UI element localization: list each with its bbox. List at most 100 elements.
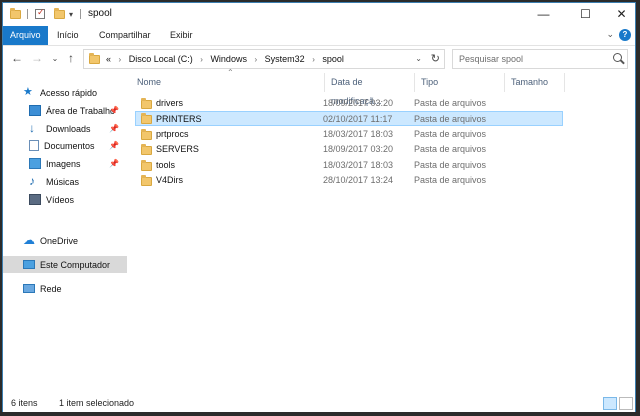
- folder-icon: [89, 53, 100, 64]
- folder-icon: [141, 129, 152, 140]
- recent-locations-button[interactable]: ⌄: [47, 51, 63, 67]
- pin-icon[interactable]: 📌: [109, 141, 119, 150]
- pin-icon[interactable]: 📌: [109, 124, 119, 133]
- selection-count: 1 item selecionado: [59, 398, 135, 408]
- folder-icon: [141, 160, 152, 171]
- nav-item-label: Downloads: [46, 123, 91, 134]
- chevron-right-icon[interactable]: ›: [200, 55, 203, 64]
- nav-item-onedrive[interactable]: ☁ OneDrive: [3, 232, 127, 249]
- chevron-down-icon[interactable]: ⌄: [606, 29, 614, 40]
- videos-icon: [29, 194, 41, 205]
- customize-toolbar-icon[interactable]: ▾: [69, 10, 73, 19]
- nav-item-acesso-rapido[interactable]: ★ Acesso rápido: [3, 84, 127, 101]
- nav-item-musicas[interactable]: ♪ Músicas: [3, 173, 127, 190]
- help-icon[interactable]: ?: [619, 29, 631, 41]
- back-button[interactable]: ←: [9, 51, 25, 67]
- breadcrumb-item-system32[interactable]: System32: [265, 54, 305, 64]
- file-name: tools: [156, 160, 176, 170]
- properties-icon[interactable]: [35, 7, 45, 19]
- nav-item-imagens[interactable]: Imagens 📌: [3, 155, 127, 172]
- forward-button[interactable]: →: [29, 51, 45, 67]
- computer-icon: [23, 260, 35, 269]
- pin-icon[interactable]: 📌: [109, 159, 119, 168]
- up-button[interactable]: ↑: [63, 51, 79, 67]
- nav-item-videos[interactable]: Vídeos: [3, 191, 127, 208]
- download-icon: ↓: [29, 121, 35, 135]
- column-header-tipo[interactable]: Tipo: [415, 73, 505, 92]
- address-history-icon[interactable]: ⌄: [415, 50, 422, 68]
- nav-item-rede[interactable]: Rede: [3, 280, 127, 297]
- details-view-icon[interactable]: [603, 397, 617, 410]
- file-row-tools[interactable]: tools 18/03/2017 18:03 Pasta de arquivos: [135, 158, 563, 173]
- address-row: ← → ⌄ ↑ « › Disco Local (C:) › Windows ›…: [3, 45, 635, 71]
- file-row-servers[interactable]: SERVERS 18/09/2017 03:20 Pasta de arquiv…: [135, 142, 563, 157]
- refresh-icon[interactable]: ↻: [431, 50, 440, 68]
- chevron-right-icon[interactable]: ›: [312, 55, 315, 64]
- new-folder-icon[interactable]: [54, 7, 65, 19]
- column-header-nome[interactable]: Nome: [131, 73, 325, 92]
- tab-arquivo[interactable]: Arquivo: [3, 26, 48, 45]
- breadcrumb-item-spool[interactable]: spool: [322, 54, 344, 64]
- nav-item-label: Documentos: [44, 140, 95, 151]
- tab-compartilhar[interactable]: Compartilhar: [99, 26, 151, 45]
- nav-item-label: Área de Trabalhc: [46, 105, 115, 116]
- images-icon: [29, 158, 41, 169]
- search-box[interactable]: Pesquisar spool: [452, 49, 628, 69]
- close-button[interactable]: ✕: [599, 3, 640, 26]
- tab-exibir[interactable]: Exibir: [170, 26, 193, 45]
- file-row-drivers[interactable]: drivers 18/09/2017 03:20 Pasta de arquiv…: [135, 96, 563, 111]
- nav-item-label: Músicas: [46, 176, 80, 187]
- search-icon: [613, 53, 622, 62]
- search-input[interactable]: Pesquisar spool: [459, 50, 523, 68]
- folder-icon: [141, 113, 152, 124]
- file-row-prtprocs[interactable]: prtprocs 18/03/2017 18:03 Pasta de arqui…: [135, 127, 563, 142]
- pin-icon[interactable]: 📌: [109, 106, 119, 115]
- desktop-icon: [29, 105, 41, 116]
- file-date: 18/03/2017 18:03: [323, 129, 394, 139]
- nav-item-documentos[interactable]: Documentos 📌: [3, 137, 127, 154]
- network-icon: [23, 284, 35, 293]
- file-type: Pasta de arquivos: [414, 114, 487, 124]
- documents-icon: [29, 140, 39, 151]
- file-name: PRINTERS: [156, 114, 202, 124]
- large-icons-view-icon[interactable]: [619, 397, 633, 410]
- nav-item-area-de-trabalho[interactable]: Área de Trabalhc 📌: [3, 102, 127, 119]
- chevron-right-icon: ›: [118, 55, 122, 64]
- toolbar-separator: [27, 9, 28, 19]
- tab-inicio[interactable]: Início: [57, 26, 79, 45]
- file-list: ⌃ Nome Data de modificaçã... Tipo Tamanh…: [127, 68, 635, 395]
- file-row-v4dirs[interactable]: V4Dirs 28/10/2017 13:24 Pasta de arquivo…: [135, 173, 563, 188]
- file-type: Pasta de arquivos: [414, 175, 487, 185]
- nav-item-label: Acesso rápido: [40, 87, 98, 98]
- file-date: 18/09/2017 03:20: [323, 98, 394, 108]
- minimize-button[interactable]: —: [521, 3, 566, 26]
- breadcrumb-overflow[interactable]: «: [106, 54, 111, 64]
- nav-item-label: Este Computador: [40, 259, 111, 270]
- column-header-data[interactable]: Data de modificaçã...: [325, 73, 415, 106]
- nav-item-downloads[interactable]: ↓ Downloads 📌: [3, 120, 127, 137]
- file-name: drivers: [156, 98, 184, 108]
- star-icon: ★: [23, 86, 33, 98]
- file-date: 18/03/2017 18:03: [323, 160, 394, 170]
- nav-item-este-computador[interactable]: Este Computador: [3, 256, 127, 273]
- file-date: 28/10/2017 13:24: [323, 175, 394, 185]
- cloud-icon: ☁: [23, 233, 35, 247]
- folder-icon: [141, 144, 152, 155]
- file-name: SERVERS: [156, 144, 199, 154]
- file-date: 18/09/2017 03:20: [323, 144, 394, 154]
- nav-item-label: OneDrive: [40, 235, 79, 246]
- window-title: spool: [88, 8, 112, 19]
- file-type: Pasta de arquivos: [414, 129, 487, 139]
- breadcrumb-item-disco-local[interactable]: Disco Local (C:): [129, 54, 193, 64]
- nav-item-label: Vídeos: [46, 194, 75, 205]
- chevron-right-icon[interactable]: ›: [254, 55, 257, 64]
- file-type: Pasta de arquivos: [414, 144, 487, 154]
- breadcrumb-item-windows[interactable]: Windows: [210, 54, 247, 64]
- folder-icon: [141, 175, 152, 186]
- address-bar[interactable]: « › Disco Local (C:) › Windows › System3…: [83, 49, 445, 69]
- status-bar: 6 itens 1 item selecionado: [3, 395, 635, 412]
- file-row-printers[interactable]: PRINTERS 02/10/2017 11:17 Pasta de arqui…: [135, 111, 563, 126]
- explorer-window: ▾ spool — ☐ ✕ Arquivo Início Compartilha…: [2, 2, 636, 412]
- column-header-tamanho[interactable]: Tamanho: [505, 73, 565, 92]
- folder-icon: [10, 7, 21, 19]
